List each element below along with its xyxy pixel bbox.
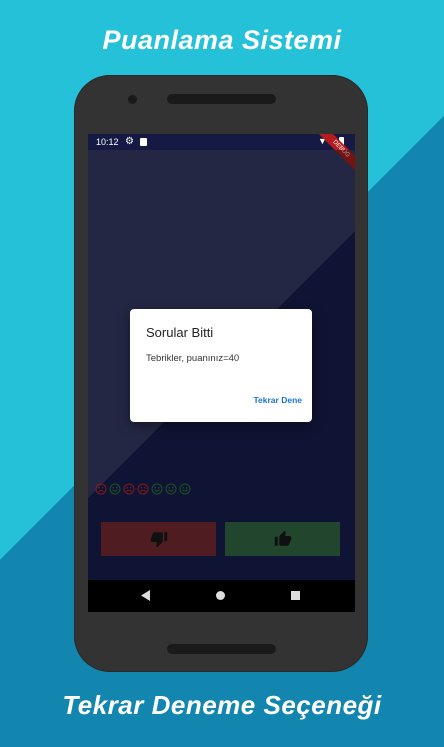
phone-speaker-bottom [167, 644, 276, 654]
result-dialog: Sorular Bitti Tebrikler, puanınız=40 Tek… [130, 309, 312, 422]
phone-screen: 10:12 ⚙ ▼ DEBUG 7.F ler Sorular Bitti Te… [88, 134, 355, 612]
back-icon[interactable] [141, 590, 151, 601]
status-bar: 10:12 ⚙ ▼ [88, 134, 355, 150]
promo-top-title: Puanlama Sistemi [102, 25, 342, 55]
phone-speaker-top [167, 94, 276, 104]
retry-button[interactable]: Tekrar Dene [253, 395, 302, 405]
status-time: 10:12 [96, 137, 119, 147]
dialog-title: Sorular Bitti [146, 325, 214, 340]
dialog-content: Tebrikler, puanınız=40 [146, 353, 240, 364]
home-icon[interactable] [216, 591, 225, 600]
promo-bottom-title: Tekrar Deneme Seçeneği [62, 690, 382, 720]
sd-card-icon [140, 138, 147, 146]
phone-camera [128, 95, 137, 104]
recent-apps-icon[interactable] [291, 591, 300, 600]
gear-icon: ⚙ [125, 136, 134, 147]
navigation-bar [88, 580, 355, 612]
